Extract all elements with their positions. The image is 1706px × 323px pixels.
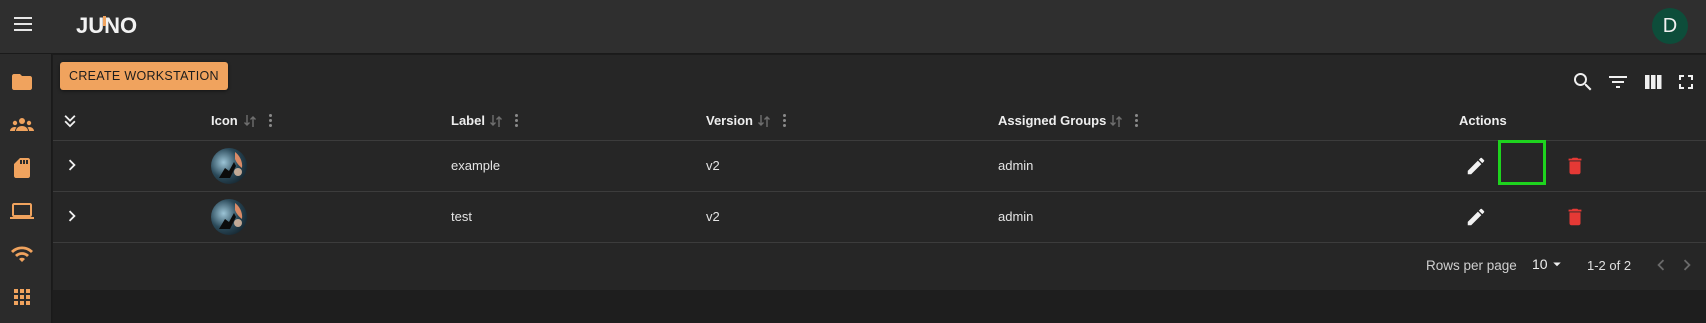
sidebar bbox=[0, 54, 52, 323]
sidebar-item-folders[interactable] bbox=[10, 70, 34, 94]
edit-button[interactable] bbox=[1463, 204, 1489, 230]
chevron-right-icon bbox=[68, 210, 76, 222]
juno-logo[interactable]: JUNO bbox=[76, 10, 156, 40]
page-background bbox=[53, 290, 1706, 323]
delete-button[interactable] bbox=[1562, 204, 1588, 230]
column-menu-icon[interactable] bbox=[781, 112, 787, 130]
sidebar-item-groups[interactable] bbox=[10, 113, 34, 137]
chevron-right-icon bbox=[1683, 259, 1691, 271]
fullscreen-icon bbox=[1679, 75, 1693, 89]
sidebar-item-network[interactable] bbox=[10, 242, 34, 266]
pencil-icon bbox=[1467, 157, 1485, 175]
row-assigned-groups: admin bbox=[998, 158, 1034, 173]
pencil-icon bbox=[1467, 208, 1485, 226]
chevron-right-icon bbox=[68, 159, 76, 171]
rows-per-page-value: 10 bbox=[1532, 256, 1548, 272]
expand-all-button[interactable] bbox=[59, 110, 81, 132]
sort-icon[interactable] bbox=[489, 113, 503, 129]
sort-icon[interactable] bbox=[243, 113, 257, 129]
column-header-icon[interactable]: Icon bbox=[211, 113, 238, 128]
rows-per-page-label: Rows per page bbox=[1426, 258, 1517, 273]
columns-button[interactable] bbox=[1641, 70, 1665, 94]
row-label: test bbox=[451, 209, 472, 224]
row-assigned-groups: admin bbox=[998, 209, 1034, 224]
column-menu-icon[interactable] bbox=[267, 112, 273, 130]
sort-icon[interactable] bbox=[757, 113, 771, 129]
row-label: example bbox=[451, 158, 501, 173]
menu-icon[interactable] bbox=[12, 13, 34, 35]
search-button[interactable] bbox=[1571, 70, 1595, 94]
rows-per-page-select[interactable]: 10 bbox=[1532, 255, 1566, 273]
folder-icon bbox=[12, 74, 32, 90]
table-row: example v2 admin bbox=[53, 141, 1706, 192]
fullscreen-button[interactable] bbox=[1674, 70, 1698, 94]
groups-icon bbox=[10, 118, 34, 131]
pagination-range: 1-2 of 2 bbox=[1587, 258, 1632, 273]
create-workstation-button[interactable]: CREATE WORKSTATION bbox=[60, 62, 228, 90]
previous-page-button[interactable] bbox=[1650, 254, 1672, 276]
caret-down-icon bbox=[1552, 262, 1561, 267]
table-header-row: Icon Label Version Assigned Groups Actio… bbox=[53, 101, 1706, 141]
trash-icon bbox=[1568, 157, 1582, 175]
highlight-box bbox=[1498, 140, 1546, 185]
row-expand-button[interactable] bbox=[61, 154, 83, 176]
chevron-left-icon bbox=[1657, 259, 1665, 271]
table-row: test v2 admin bbox=[53, 192, 1706, 243]
trash-icon bbox=[1568, 208, 1582, 226]
sidebar-item-apps[interactable] bbox=[10, 285, 34, 309]
column-menu-icon[interactable] bbox=[1133, 112, 1139, 130]
column-menu-icon[interactable] bbox=[513, 112, 519, 130]
edit-button[interactable] bbox=[1463, 153, 1489, 179]
column-header-assigned-groups[interactable]: Assigned Groups bbox=[998, 113, 1106, 128]
workstation-icon-image bbox=[211, 199, 247, 235]
row-expand-button[interactable] bbox=[61, 205, 83, 227]
column-header-actions: Actions bbox=[1459, 113, 1507, 128]
table-pagination: Rows per page 10 1-2 of 2 bbox=[53, 240, 1706, 290]
filter-icon bbox=[1609, 76, 1627, 88]
laptop-icon bbox=[10, 203, 34, 219]
column-header-version[interactable]: Version bbox=[706, 113, 753, 128]
sd-card-icon bbox=[14, 158, 30, 178]
columns-icon bbox=[1645, 75, 1662, 89]
sort-icon[interactable] bbox=[1109, 113, 1123, 129]
double-chevron-down-icon bbox=[64, 115, 76, 128]
workstations-table-panel: CREATE WORKSTATION Icon Label Version As… bbox=[53, 55, 1706, 290]
user-avatar[interactable]: D bbox=[1652, 8, 1688, 44]
sidebar-item-storage[interactable] bbox=[10, 156, 34, 180]
apps-grid-icon bbox=[14, 289, 30, 305]
sidebar-item-workstations[interactable] bbox=[10, 199, 34, 223]
search-icon bbox=[1574, 73, 1592, 91]
wifi-icon bbox=[11, 246, 33, 262]
user-initial: D bbox=[1662, 14, 1678, 37]
workstation-icon-image bbox=[211, 148, 247, 184]
delete-button[interactable] bbox=[1562, 153, 1588, 179]
top-app-bar: JUNO D bbox=[0, 0, 1706, 54]
row-version: v2 bbox=[706, 209, 720, 224]
next-page-button[interactable] bbox=[1676, 254, 1698, 276]
svg-text:JUNO: JUNO bbox=[76, 13, 137, 38]
row-version: v2 bbox=[706, 158, 720, 173]
filter-button[interactable] bbox=[1606, 70, 1630, 94]
column-header-label[interactable]: Label bbox=[451, 113, 485, 128]
